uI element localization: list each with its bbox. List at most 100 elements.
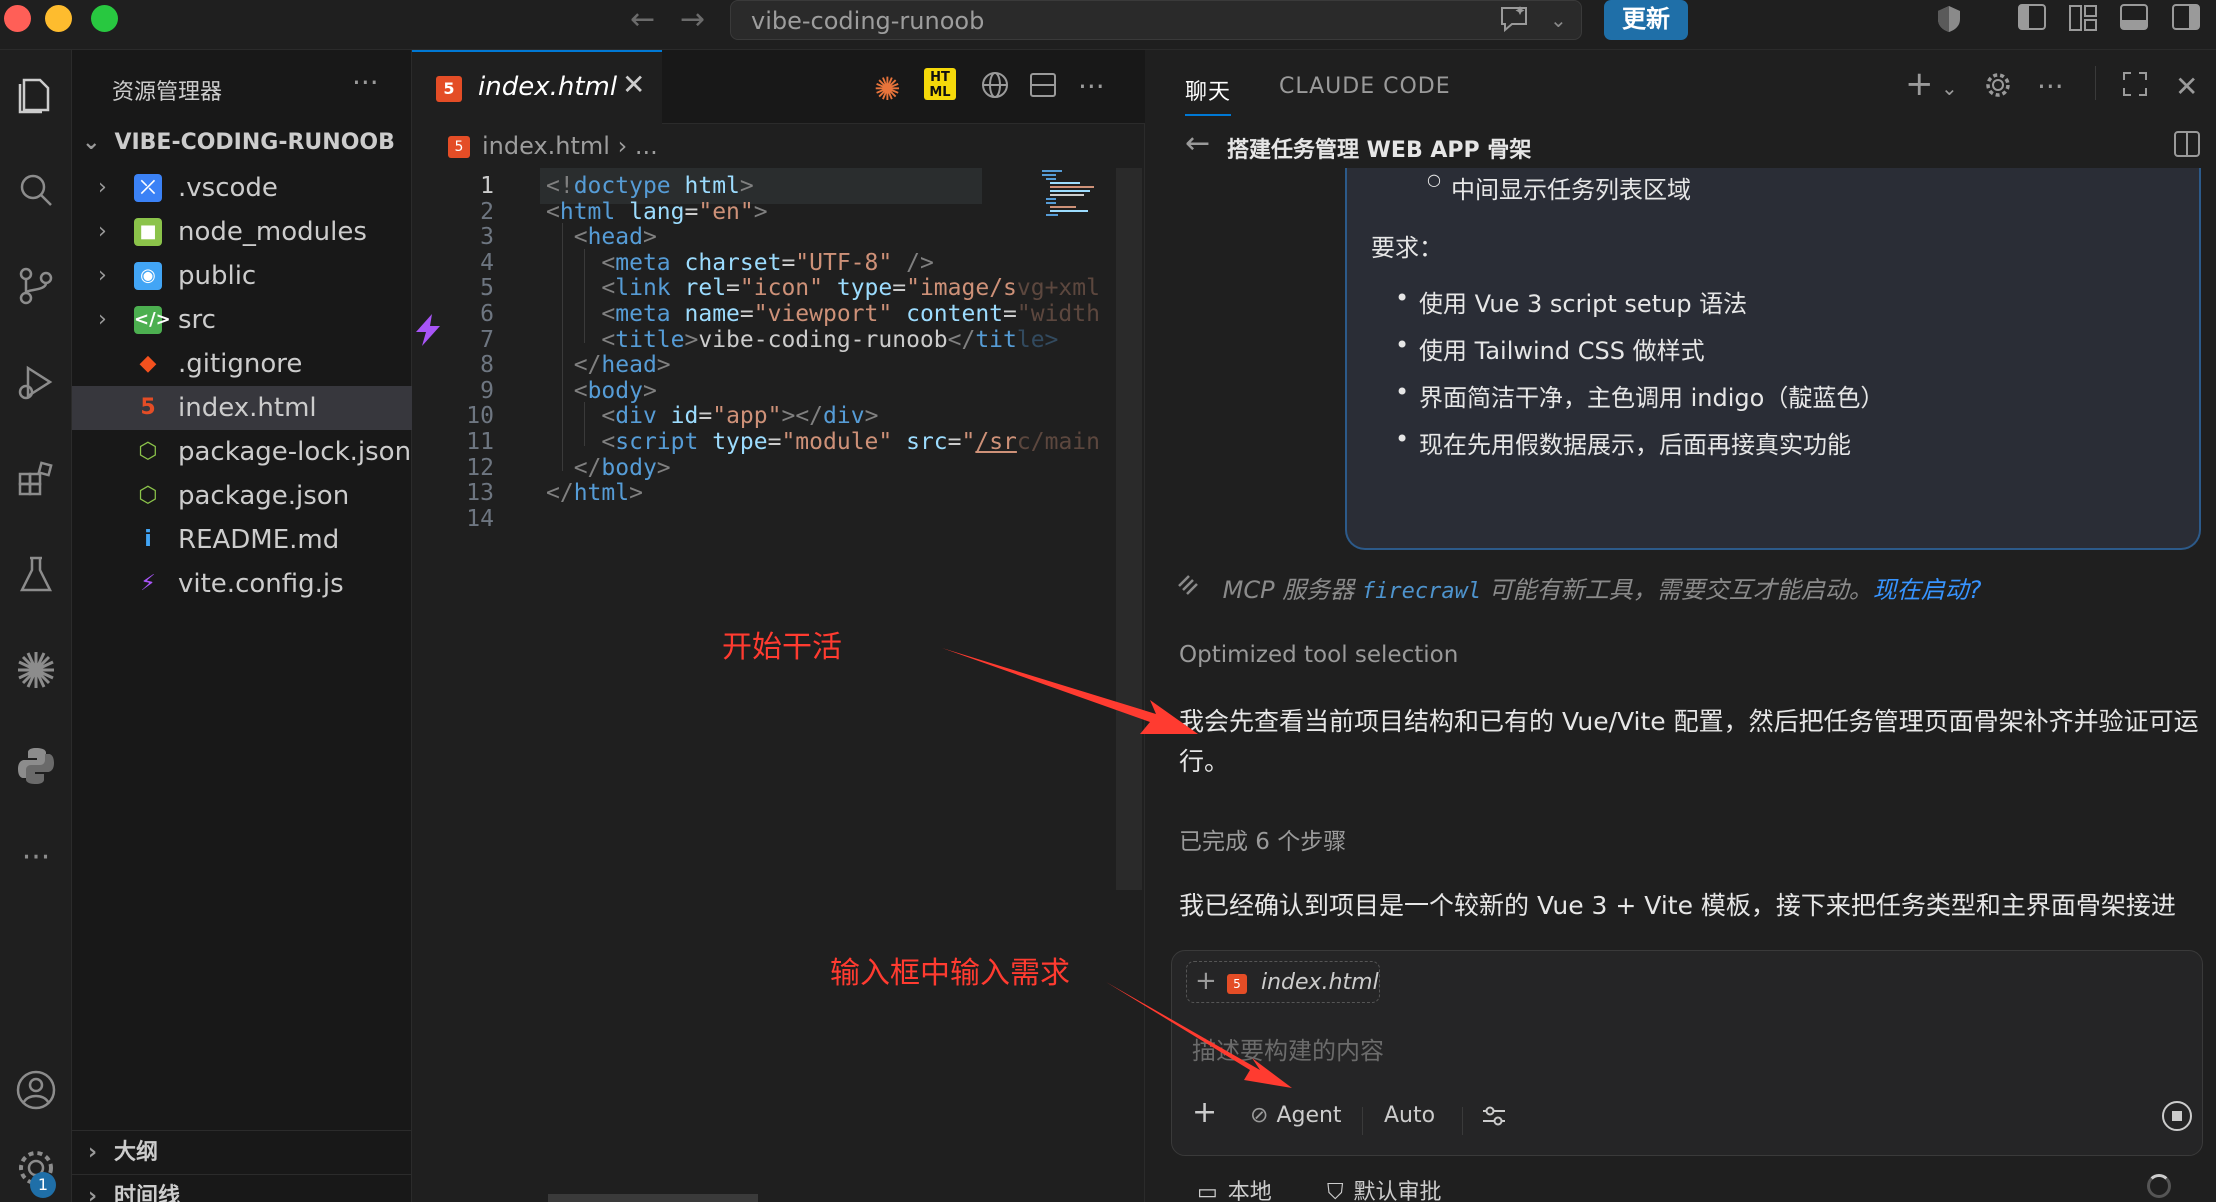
monitor-icon: ▭	[1197, 1180, 1218, 1202]
breadcrumb-rest[interactable]: › ...	[618, 132, 658, 160]
chevron-down-icon[interactable]: ⌄	[1550, 8, 1567, 32]
tree-item-label: node_modules	[178, 217, 367, 247]
card-bullet: 界面简洁干净，主色调用 indigo（靛蓝色）	[1395, 378, 1884, 413]
back-arrow-icon[interactable]: ←	[1185, 126, 1210, 161]
maximize-icon[interactable]	[2121, 70, 2149, 105]
mcp-start-link[interactable]: 现在启动?	[1873, 576, 1982, 604]
minimap[interactable]	[1038, 168, 1118, 220]
mcp-prefix: MCP 服务器	[1222, 576, 1355, 604]
tree-item[interactable]: › ■ node_modules	[72, 210, 412, 254]
card-sub-item: 中间显示任务列表区域	[1427, 170, 1691, 205]
tree-item[interactable]: ⬡ package.json	[72, 474, 412, 518]
toggle-primary-sidebar-icon[interactable]	[2018, 4, 2046, 30]
account-icon[interactable]	[0, 1068, 72, 1122]
explorer-title: 资源管理器	[112, 80, 223, 105]
toggle-sidebar-icon[interactable]	[2173, 130, 2201, 165]
indent-guide	[562, 223, 563, 472]
claude-sparkle-icon[interactable]: ✺	[874, 70, 901, 108]
extensions-icon[interactable]	[0, 456, 72, 510]
model-picker[interactable]: Auto	[1384, 1103, 1435, 1128]
chat-sparkle-icon[interactable]	[1498, 4, 1530, 41]
card-bullet: 使用 Vue 3 script setup 语法	[1395, 284, 1747, 319]
new-chat-plus-icon[interactable]: +	[1905, 64, 1934, 104]
command-center-search[interactable]: vibe-coding-runoob	[730, 0, 1582, 40]
session-location[interactable]: ▭ 本地	[1197, 1174, 1272, 1202]
chat-panel: 聊天 CLAUDE CODE + ⌄ ··· ✕ ← 搭建任务管理 WEB AP…	[1145, 50, 2216, 1202]
update-button[interactable]: 更新	[1604, 0, 1688, 40]
tree-item-label: .gitignore	[178, 349, 303, 379]
context-file-chip[interactable]: + 5 index.html	[1186, 961, 1380, 1003]
vertical-scrollbar[interactable]	[1116, 168, 1142, 890]
tab-index-html[interactable]: 5 index.html ✕	[412, 50, 662, 124]
source-control-icon[interactable]	[0, 264, 72, 318]
code-line[interactable]: 14	[412, 501, 1132, 537]
chat-input-placeholder[interactable]: 描述要构建的内容	[1192, 1031, 1384, 1066]
approval-mode[interactable]: ⛉ 默认审批	[1327, 1174, 1442, 1202]
tree-item[interactable]: › </> src	[72, 298, 412, 342]
html5-file-icon: 5	[448, 136, 470, 158]
toggle-panel-icon[interactable]	[2120, 4, 2148, 30]
outline-section[interactable]: › 大纲	[72, 1130, 412, 1174]
tree-item[interactable]: ⬡ package-lock.json	[72, 430, 412, 474]
configure-tools-icon[interactable]	[1480, 1103, 1508, 1135]
close-icon[interactable]: ✕	[622, 68, 645, 101]
tree-item[interactable]: ◆ .gitignore	[72, 342, 412, 386]
chat-more-icon[interactable]: ···	[2037, 70, 2064, 103]
chat-input-box[interactable]: + 5 index.html 描述要构建的内容 + ⊘ Agent Auto	[1171, 950, 2203, 1156]
card-bullet: 使用 Tailwind CSS 做样式	[1395, 331, 1705, 366]
search-text: vibe-coding-runoob	[751, 7, 985, 35]
customize-layout-icon[interactable]	[2068, 4, 2097, 31]
run-debug-icon[interactable]	[0, 360, 72, 414]
stop-icon[interactable]	[2162, 1101, 2192, 1131]
tree-item[interactable]: › ⤫ .vscode	[72, 166, 412, 210]
settings-gear-icon[interactable]	[1983, 70, 2013, 107]
editor-more-icon[interactable]: ···	[1078, 70, 1105, 103]
user-message-card: 中间显示任务列表区域 要求： 使用 Vue 3 script setup 语法使…	[1345, 168, 2201, 550]
split-editor-icon[interactable]	[1028, 70, 1058, 107]
live-preview-icon[interactable]: HT ML	[924, 68, 956, 100]
accounts-shield-icon[interactable]	[1934, 4, 1964, 41]
close-icon[interactable]: ✕	[2175, 70, 2198, 103]
close-window-button[interactable]	[4, 5, 31, 32]
python-icon[interactable]	[0, 744, 72, 798]
tree-item[interactable]: 5 index.html	[72, 386, 412, 430]
tree-item[interactable]: i README.md	[72, 518, 412, 562]
workspace-root-folder[interactable]: ⌄ VIBE-CODING-RUNOOB	[82, 130, 395, 155]
optimized-tool-selection[interactable]: Optimized tool selection	[1179, 642, 1458, 668]
claude-sparkle-icon[interactable]	[0, 648, 72, 702]
chevron-down-icon: ⌄	[82, 130, 101, 155]
tree-item[interactable]: ⚡ vite.config.js	[72, 562, 412, 606]
chevron-right-icon: ›	[98, 175, 107, 200]
title-bar: ← → vibe-coding-runoob ⌄ 更新	[0, 0, 2216, 50]
explorer-more-icon[interactable]: ···	[352, 66, 379, 99]
mcp-message: 可能有新工具，需要交互才能启动。	[1488, 576, 1873, 604]
back-arrow-icon[interactable]: ←	[630, 2, 655, 37]
timeline-section[interactable]: › 时间线	[72, 1174, 412, 1202]
mcp-notice: MCP 服务器 firecrawl 可能有新工具，需要交互才能启动。现在启动?	[1175, 570, 1981, 605]
agent-mode-picker[interactable]: ⊘ Agent	[1250, 1103, 1342, 1128]
forward-arrow-icon[interactable]: →	[680, 2, 705, 37]
tab-chat[interactable]: 聊天	[1185, 74, 1232, 116]
maximize-window-button[interactable]	[91, 5, 118, 32]
explorer-files-icon[interactable]	[0, 72, 72, 126]
tree-item[interactable]: › ◉ public	[72, 254, 412, 298]
annotation-input-hint: 输入框中输入需求	[830, 956, 1070, 991]
tree-item-label: index.html	[178, 393, 317, 423]
attach-plus-icon[interactable]: +	[1192, 1095, 1217, 1130]
steps-completed[interactable]: 已完成 6 个步骤	[1179, 822, 1346, 856]
horizontal-scrollbar[interactable]	[548, 1194, 758, 1202]
card-bullet: 现在先用假数据展示，后面再接真实功能	[1395, 425, 1851, 460]
search-icon[interactable]	[0, 168, 72, 222]
testing-flask-icon[interactable]	[0, 552, 72, 606]
tab-claude-code[interactable]: CLAUDE CODE	[1279, 74, 1451, 99]
folder-icon: </>	[134, 306, 171, 334]
footer-approve-label: 默认审批	[1353, 1180, 1442, 1202]
editor-tab-bar: 5 index.html ✕ ✺ HT ML ···	[412, 50, 1145, 124]
toggle-secondary-sidebar-icon[interactable]	[2172, 4, 2200, 30]
chevron-down-icon[interactable]: ⌄	[1941, 76, 1958, 100]
breadcrumb-file[interactable]: index.html	[482, 132, 610, 160]
more-views-icon[interactable]: ···	[0, 840, 72, 875]
globe-icon[interactable]	[980, 70, 1010, 107]
minimize-window-button[interactable]	[45, 5, 72, 32]
add-context-plus-icon[interactable]: +	[1195, 966, 1217, 996]
